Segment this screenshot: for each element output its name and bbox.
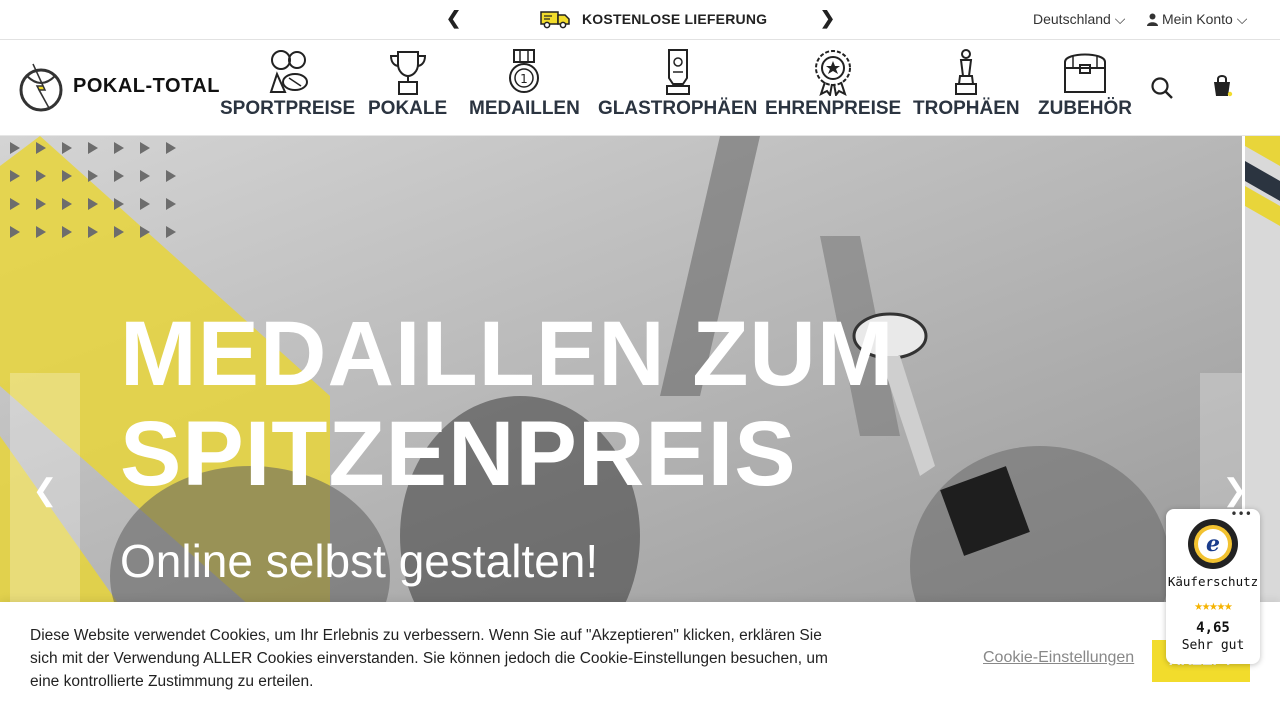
hero-title: MEDAILLEN ZUM SPITZENPREIS [120, 304, 894, 504]
rating-stars-icon: ★★★★★ [1194, 598, 1232, 614]
nav-label: SPORTPREISE [220, 98, 356, 119]
trust-label: Käuferschutz [1167, 574, 1259, 589]
account-label: Mein Konto ⌵ [1162, 11, 1248, 27]
account-menu[interactable]: Mein Konto ⌵ [1147, 11, 1247, 28]
logo[interactable]: POKAL-TOTAL [19, 60, 220, 112]
nav-item-medaillen[interactable]: 1 MEDAILLEN [469, 48, 580, 120]
nav-item-trophaeen[interactable]: TROPHÄEN [913, 48, 1020, 120]
main-header: POKAL-TOTAL SPORTPREISE POKALE 1 MEDAILL… [0, 40, 1280, 136]
promo-text: KOSTENLOSE LIEFERUNG [582, 11, 768, 27]
shopping-bag-icon[interactable] [1212, 74, 1234, 98]
medal-icon: 1 [509, 49, 540, 93]
language-selector[interactable]: Deutschland ⌵ [1033, 11, 1125, 28]
nav-label: TROPHÄEN [913, 98, 1020, 119]
promo-next-button[interactable]: ❯ [820, 8, 835, 29]
nav-item-zubehoer[interactable]: ZUBEHÖR [1038, 48, 1132, 120]
glass-trophy-icon [665, 49, 690, 95]
user-icon [1147, 13, 1158, 26]
sports-equipment-icon [269, 50, 308, 93]
trophy-figure-icon [955, 49, 978, 95]
trusted-shops-badge[interactable]: ••• e Käuferschutz ★★★★★ 4,65 Sehr gut [1166, 507, 1260, 664]
nav-label: POKALE [368, 98, 448, 119]
trust-score: 4,65 [1196, 620, 1230, 636]
nav-item-ehrenpreise[interactable]: EHRENPREISE [765, 48, 901, 120]
search-icon[interactable] [1150, 76, 1174, 100]
cookie-text: Diese Website verwendet Cookies, um Ihr … [30, 627, 828, 690]
nav-item-glastrophaeen[interactable]: GLASTROPHÄEN [598, 48, 757, 120]
slider-prev-button[interactable]: ❮ [10, 373, 80, 606]
logo-text: POKAL-TOTAL [73, 74, 220, 97]
hero-subtitle: Online selbst gestalten! [120, 535, 599, 587]
svg-text:e: e [1206, 531, 1220, 557]
nav-label: EHRENPREISE [765, 98, 902, 119]
promo-banner: KOSTENLOSE LIEFERUNG [540, 9, 767, 29]
nav-label: MEDAILLEN [469, 98, 580, 119]
nav-label: ZUBEHÖR [1038, 98, 1132, 119]
cookie-banner: Diese Website verwendet Cookies, um Ihr … [0, 602, 1280, 720]
svg-text:1: 1 [521, 72, 529, 86]
trust-rating: Sehr gut [1181, 638, 1245, 653]
hero-title-line2: SPITZENPREIS [120, 403, 797, 505]
logo-emblem-icon [19, 63, 63, 112]
nav-label: GLASTROPHÄEN [598, 98, 758, 119]
accessory-box-icon [1063, 53, 1106, 93]
nav-item-pokale[interactable]: POKALE [368, 48, 447, 120]
hero-title-line1: MEDAILLEN ZUM [120, 303, 895, 405]
nav-item-sportpreise[interactable]: SPORTPREISE [220, 48, 355, 120]
top-bar: ❮ KOSTENLOSE LIEFERUNG ❯ Deutschland ⌵ M… [0, 0, 1280, 40]
promo-prev-button[interactable]: ❮ [446, 8, 461, 29]
rosette-award-icon [815, 50, 852, 96]
delivery-truck-icon [540, 11, 570, 29]
cup-trophy-icon [389, 51, 426, 95]
cookie-settings-link[interactable]: Cookie-Einstellungen [983, 649, 1134, 667]
hero-slider: MEDAILLEN ZUM SPITZENPREIS Online selbst… [0, 136, 1242, 606]
trusted-shops-seal-icon: e [1188, 519, 1238, 569]
